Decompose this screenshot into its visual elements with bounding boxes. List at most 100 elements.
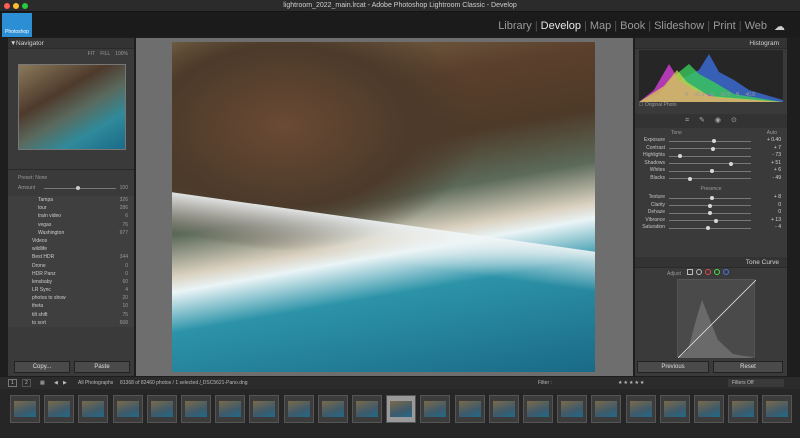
amount-slider[interactable] — [44, 188, 116, 189]
slider-knob[interactable] — [711, 146, 716, 151]
module-map[interactable]: Map — [587, 20, 614, 33]
crop-tool-icon[interactable]: ⌗ — [685, 114, 689, 128]
filmstrip-thumbnail[interactable] — [112, 395, 143, 423]
folder-item[interactable]: lensbaby 60 — [8, 278, 134, 286]
adjust-slider-row[interactable]: Vibrance + 13 — [635, 217, 787, 225]
folder-item[interactable]: vegas 76 — [8, 221, 134, 229]
adjust-slider-row[interactable]: Exposure + 0.40 — [635, 137, 787, 145]
filmstrip-thumbnail[interactable] — [146, 395, 177, 423]
main-photo[interactable] — [172, 42, 595, 372]
source-label[interactable]: All Photographs — [78, 377, 113, 389]
slider-knob[interactable] — [678, 154, 683, 158]
red-channel-icon[interactable] — [705, 269, 711, 275]
folder-item[interactable]: Washington 977 — [8, 229, 134, 237]
healing-tool-icon[interactable]: ✎ — [699, 114, 705, 128]
tone-curve-header[interactable]: Tone Curve — [635, 257, 787, 268]
blue-channel-icon[interactable] — [723, 269, 729, 275]
filmstrip-thumbnail[interactable] — [523, 395, 553, 423]
minimize-window-button[interactable] — [13, 3, 19, 9]
original-photo-checkbox[interactable]: ☐ Original Photo — [639, 102, 677, 108]
module-web[interactable]: Web — [742, 20, 770, 33]
folder-item[interactable]: train video 6 — [8, 212, 134, 220]
slider-knob[interactable] — [710, 169, 715, 173]
folder-item[interactable]: photos to show 20 — [8, 294, 134, 302]
folder-item[interactable]: tilt shift 75 — [8, 311, 134, 319]
filmstrip-thumbnail[interactable] — [181, 395, 211, 423]
tone-curve-graph[interactable] — [677, 279, 757, 359]
adjust-slider-row[interactable]: Dehaze 0 — [635, 209, 787, 217]
folder-item[interactable]: LR Sync 4 — [8, 286, 134, 294]
grid-view-icon[interactable]: ▦ — [40, 377, 45, 389]
filmstrip-thumbnail[interactable] — [317, 395, 348, 423]
previous-button[interactable]: Previous — [637, 361, 709, 373]
slider-knob[interactable] — [708, 211, 712, 215]
filmstrip-thumbnail[interactable] — [659, 395, 690, 423]
folder-item[interactable]: to sort 668 — [8, 319, 134, 327]
back-arrow-icon[interactable]: ◀ — [54, 377, 58, 389]
slider-track[interactable] — [669, 220, 751, 221]
filmstrip-thumbnail[interactable] — [420, 395, 451, 423]
histogram-header[interactable]: Histogram — [635, 38, 787, 49]
slider-knob[interactable] — [712, 139, 717, 143]
folder-item[interactable]: HDR Panz 0 — [8, 270, 134, 278]
filmstrip-thumbnail[interactable] — [249, 395, 280, 423]
parametric-curve-icon[interactable] — [687, 269, 693, 275]
filmstrip-thumbnail[interactable] — [762, 395, 793, 423]
close-window-button[interactable] — [4, 3, 10, 9]
slider-knob[interactable] — [713, 218, 718, 223]
filmstrip-thumbnail[interactable] — [386, 395, 417, 423]
slider-track[interactable] — [669, 163, 751, 164]
module-develop[interactable]: Develop — [538, 20, 584, 33]
cloud-icon[interactable]: ☁ — [770, 20, 788, 33]
zoom-100[interactable]: 100% — [115, 49, 128, 60]
navigator-preview[interactable] — [18, 64, 126, 150]
module-slideshow[interactable]: Slideshow — [651, 20, 707, 33]
point-curve-icon[interactable] — [696, 269, 702, 275]
forward-arrow-icon[interactable]: ▶ — [63, 377, 67, 389]
filmstrip-thumbnail[interactable] — [625, 395, 656, 423]
slider-knob[interactable] — [710, 196, 715, 200]
paste-button[interactable]: Paste — [74, 361, 130, 373]
filmstrip-thumbnail[interactable] — [728, 395, 759, 423]
module-library[interactable]: Library — [495, 20, 535, 33]
filmstrip-thumbnail[interactable] — [454, 395, 485, 423]
adjust-slider-row[interactable]: Saturation - 4 — [635, 224, 787, 232]
amount-knob[interactable] — [76, 186, 80, 190]
image-canvas[interactable] — [136, 38, 633, 376]
adjust-slider-row[interactable]: Shadows + 51 — [635, 160, 787, 168]
folder-item[interactable]: Videos — [8, 237, 134, 245]
filmstrip-thumbnail[interactable] — [10, 395, 40, 423]
filmstrip-thumbnail[interactable] — [557, 395, 588, 423]
folder-item[interactable]: Drone 0 — [8, 262, 134, 270]
navigator-header[interactable]: ▼ Navigator FIT FILL 100% — [8, 38, 134, 57]
reset-button[interactable]: Reset — [713, 361, 783, 373]
zoom-fit[interactable]: FIT — [88, 49, 96, 60]
slider-knob[interactable] — [687, 176, 692, 181]
filmstrip-thumbnail[interactable] — [78, 395, 109, 423]
filmstrip-thumbnail[interactable] — [352, 395, 382, 423]
filmstrip-thumbnail[interactable] — [283, 395, 314, 423]
adjust-slider-row[interactable]: Blacks - 49 — [635, 175, 787, 183]
filmstrip-thumbnail[interactable] — [215, 395, 246, 423]
adjust-slider-row[interactable]: Clarity 0 — [635, 202, 787, 210]
page-2-button[interactable]: 2 — [22, 379, 31, 387]
module-print[interactable]: Print — [710, 20, 739, 33]
slider-track[interactable] — [669, 148, 751, 149]
zoom-fill[interactable]: FILL — [100, 49, 110, 60]
slider-knob[interactable] — [708, 203, 712, 208]
filmstrip-thumbnail[interactable] — [488, 395, 519, 423]
rating-stars[interactable]: ★★★★★ — [618, 377, 645, 389]
filmstrip-thumbnail[interactable] — [591, 395, 622, 423]
auto-button[interactable]: Auto — [767, 130, 777, 137]
adjust-slider-row[interactable]: Contrast + 7 — [635, 145, 787, 153]
slider-knob[interactable] — [706, 226, 711, 230]
green-channel-icon[interactable] — [714, 269, 720, 275]
filmstrip-thumbnail[interactable] — [694, 395, 724, 423]
redeye-tool-icon[interactable]: ◉ — [715, 114, 721, 128]
folder-item[interactable]: Best HDR 344 — [8, 253, 134, 261]
folder-item[interactable]: wildlife — [8, 245, 134, 253]
selected-filename[interactable]: _DSC5621-Pano.dng — [200, 377, 248, 389]
slider-track[interactable] — [669, 178, 751, 179]
filters-dropdown[interactable]: Filters Off — [728, 379, 784, 387]
copy-button[interactable]: Copy... — [14, 361, 70, 373]
